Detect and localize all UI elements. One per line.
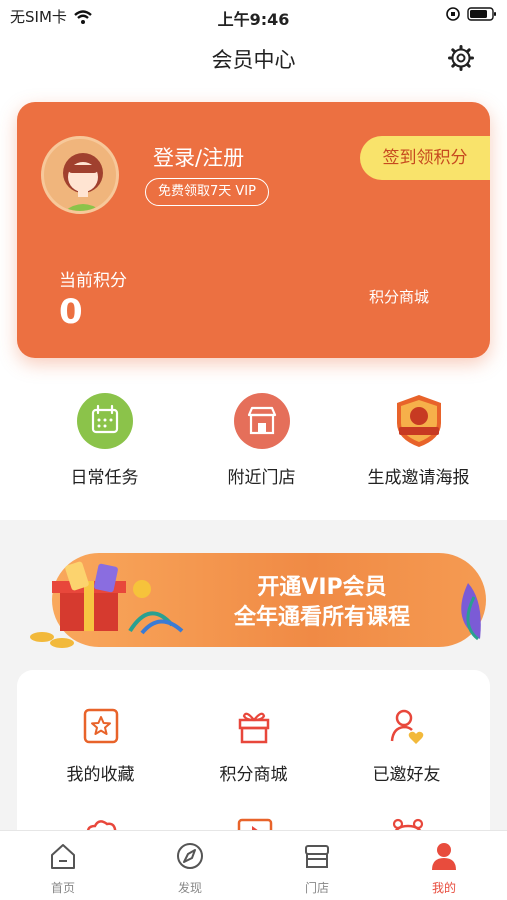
tab-label-stores: 门店 [304,881,329,895]
grid-label-points-mall: 积分商城 [219,765,288,785]
tab-label-home: 首页 [50,881,75,895]
invite-badge-icon [391,393,447,449]
grid-item-invited-friends[interactable]: 已邀好友 [328,706,485,785]
free-vip-badge[interactable]: 免费领取7天 VIP [145,178,269,206]
tab-stores[interactable]: 门店 [254,841,380,896]
grid-label-invited-friends: 已邀好友 [372,765,441,785]
person-icon [432,843,456,870]
status-right [445,6,497,22]
grid-label-favorites: 我的收藏 [66,765,135,785]
quick-label-invite-poster: 生成邀请海报 [367,468,470,488]
store-icon [233,393,290,449]
member-card: 登录/注册 免费领取7天 VIP 签到领积分 当前积分 0 积分商城 [17,102,490,358]
tab-mine[interactable]: 我的 [381,841,507,896]
tab-label-mine: 我的 [431,881,456,895]
quick-item-invite-poster[interactable]: 生成邀请海报 [334,393,503,488]
gift-icon [238,712,269,744]
star-box-icon [83,708,118,744]
leaf-decoration-icon [461,583,481,641]
tab-bar: 首页 发现 门店 我的 [0,830,507,900]
nav-bar: 会员中心 [0,36,507,80]
quick-label-daily-tasks: 日常任务 [70,468,139,488]
user-heart-icon [390,709,423,744]
tab-discover[interactable]: 发现 [127,841,253,896]
grid-item-points-mall[interactable]: 积分商城 [175,706,332,785]
login-register-link[interactable]: 登录/注册 [153,142,244,172]
tab-label-discover: 发现 [177,881,202,895]
points-mall-link[interactable]: 积分商城 [369,286,429,307]
home-icon [51,844,75,869]
quick-item-daily-tasks[interactable]: 日常任务 [20,393,189,488]
quick-label-nearby-stores: 附近门店 [227,468,296,488]
avatar-illustration [63,153,103,211]
status-bar: 无SIM卡 上午9:46 [0,0,507,30]
points-value: 0 [59,292,83,332]
grid-item-favorites[interactable]: 我的收藏 [22,706,179,785]
status-time: 上午9:46 [217,10,290,29]
shop-icon [305,845,329,868]
tab-home[interactable]: 首页 [0,841,126,896]
avatar[interactable] [41,136,119,214]
gift-box-illustration [30,561,184,648]
vip-banner-line2: 全年通看所有课程 [233,605,410,630]
vip-banner-line1: 开通VIP会员 [257,575,387,600]
points-label: 当前积分 [59,271,127,291]
compass-icon [177,843,203,869]
orientation-lock-icon [446,7,460,21]
gear-icon[interactable] [447,44,475,72]
battery-icon [467,7,496,21]
quick-item-nearby-stores[interactable]: 附近门店 [177,393,346,488]
signin-points-button[interactable]: 签到领积分 [360,136,490,180]
page-title: 会员中心 [211,48,296,72]
calendar-icon [76,393,133,449]
quick-actions: 日常任务 附近门店 生成邀请海报 [0,393,507,503]
vip-promo-banner[interactable]: 开通VIP会员 全年通看所有课程 [22,553,486,648]
